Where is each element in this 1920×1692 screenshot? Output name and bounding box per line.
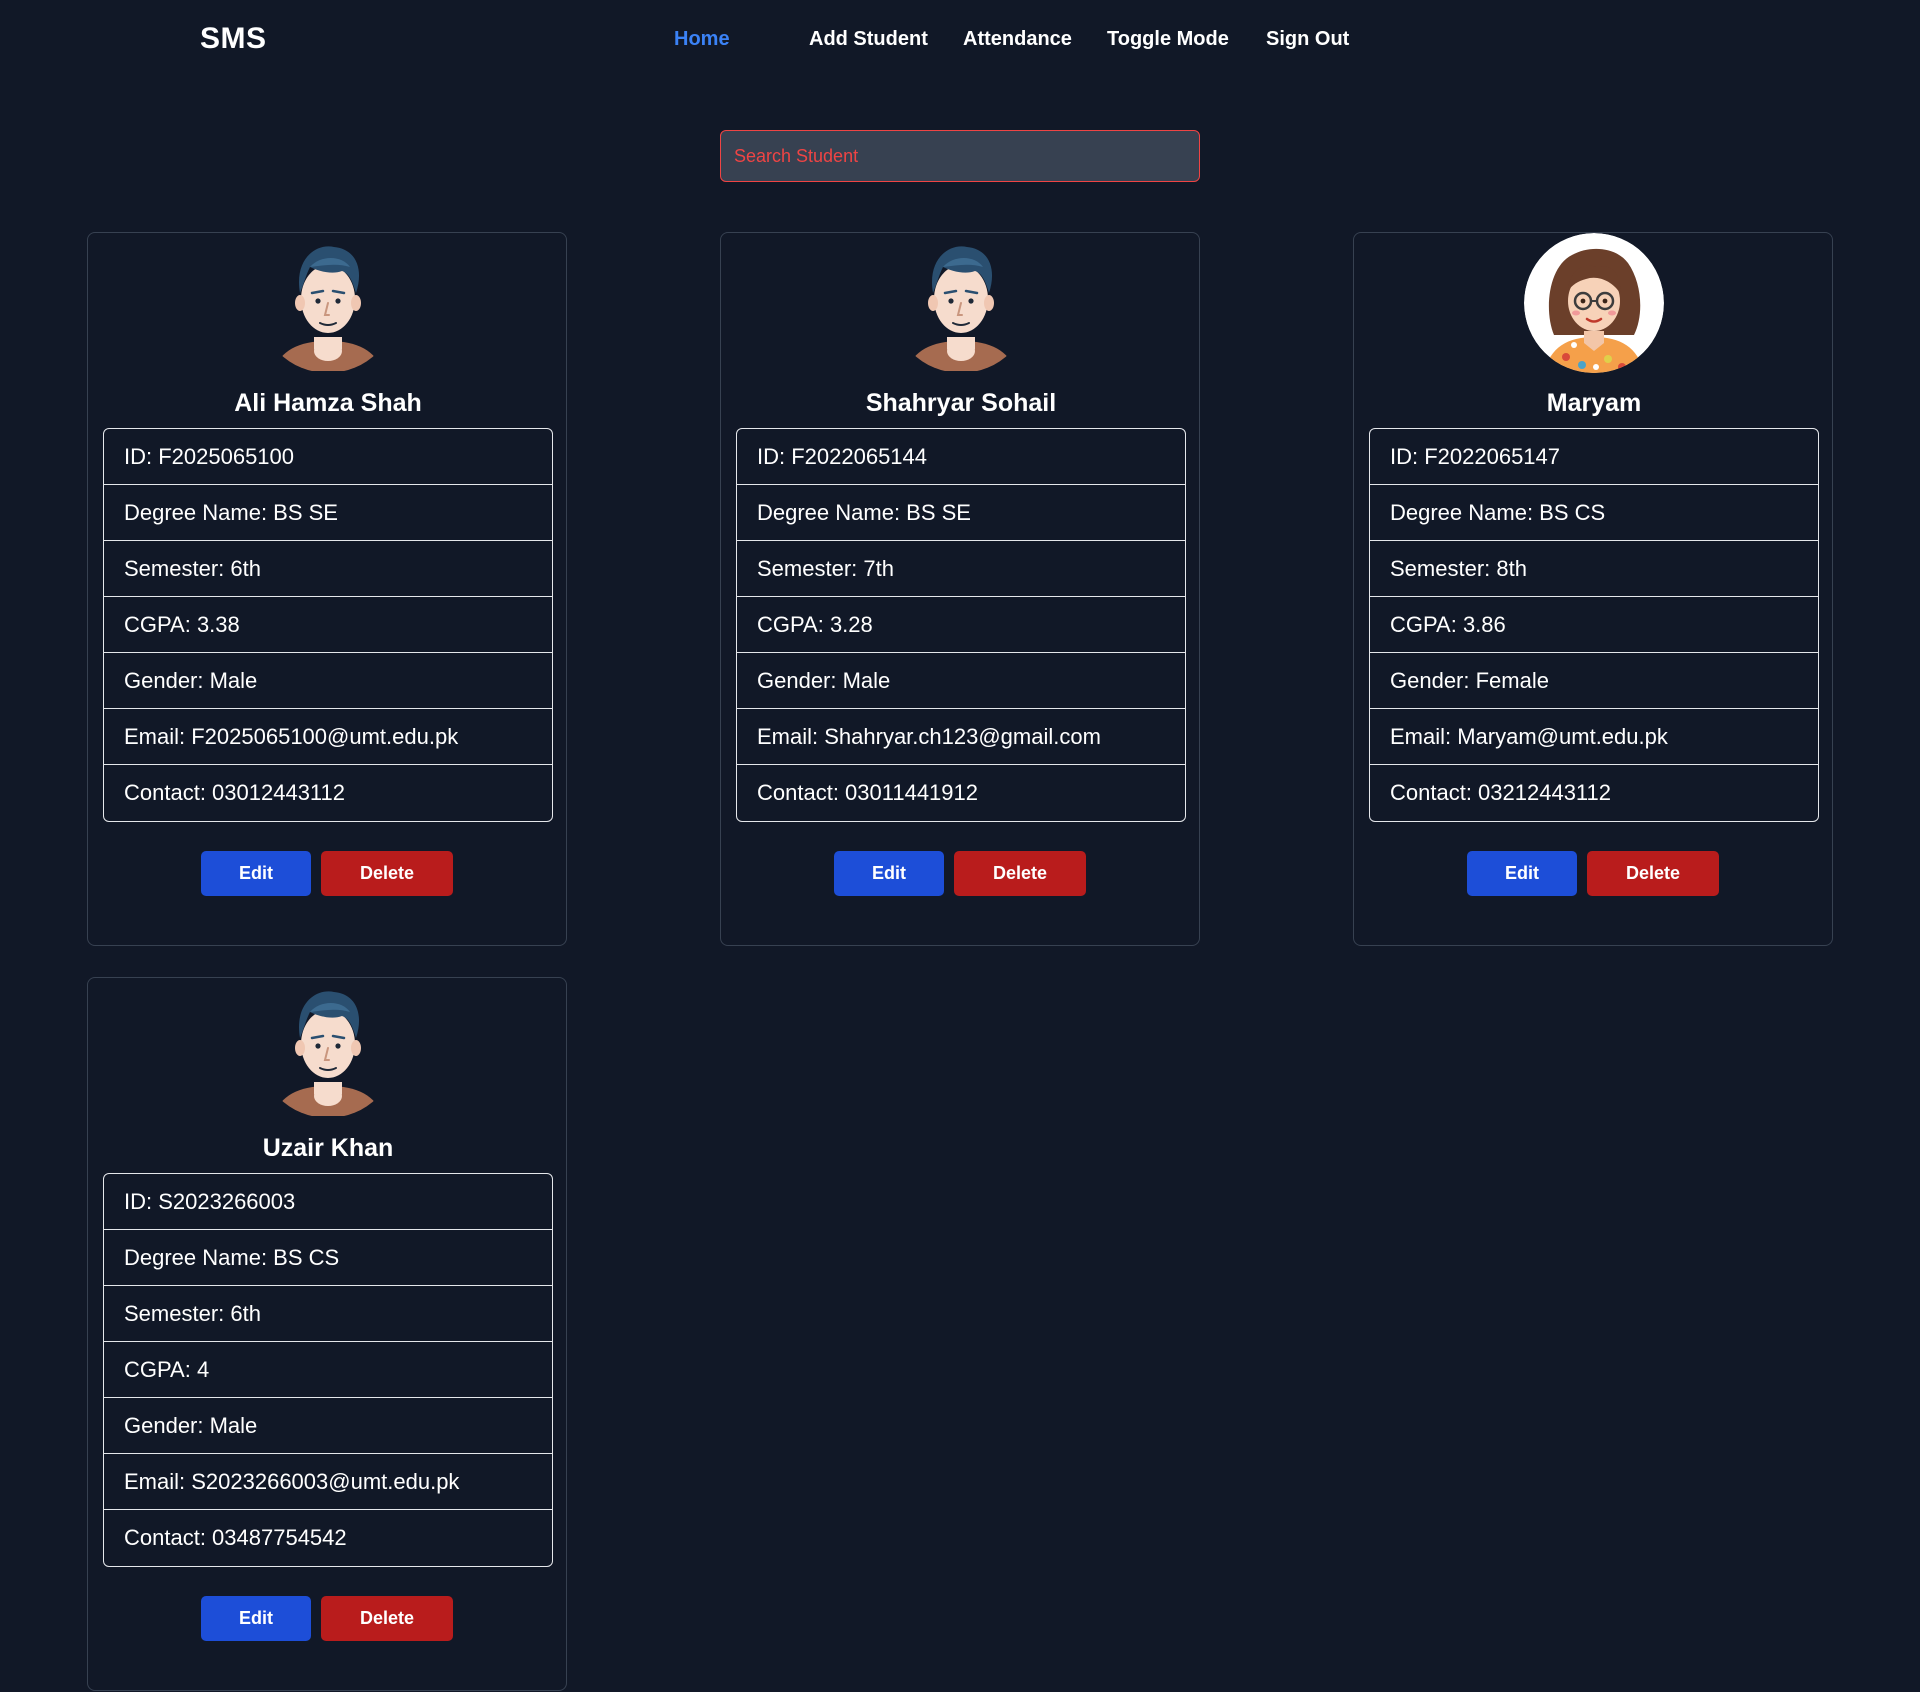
- email-item: Email: Shahryar.ch123@gmail.com: [737, 709, 1185, 765]
- student-info-list: ID: F2022065147 Degree Name: BS CS Semeste…: [1369, 428, 1819, 822]
- edit-button[interactable]: Edit: [834, 851, 944, 896]
- app-logo[interactable]: SMS: [200, 22, 267, 56]
- student-card: Maryam ID: F2022065147 Degree Name: BS CS S…: [1353, 232, 1833, 946]
- nav-link-toggle-mode[interactable]: Toggle Mode: [1107, 28, 1229, 51]
- student-id-item: ID: F2022065144: [737, 429, 1185, 485]
- contact-item: Contact: 03012443112: [124, 780, 345, 805]
- male-avatar-icon: [891, 233, 1031, 373]
- delete-button[interactable]: Delete: [321, 1596, 453, 1641]
- degree-name-item: Degree Name: BS SE: [737, 485, 1185, 541]
- female-avatar-icon: [1524, 233, 1664, 373]
- delete-button[interactable]: Delete: [1587, 851, 1719, 896]
- student-name: Uzair Khan: [262, 1134, 394, 1162]
- cgpa-item: CGPA: 3.38: [104, 597, 552, 653]
- male-avatar-icon: [258, 978, 398, 1118]
- student-id-item: ID: S2023266003: [104, 1174, 552, 1230]
- nav-link-add-student[interactable]: Add Student: [809, 28, 928, 51]
- edit-button[interactable]: Edit: [1467, 851, 1577, 896]
- email-item: Email: Maryam@umt.edu.pk: [1370, 709, 1818, 765]
- student-card: Shahryar Sohail ID: F2022065144 Degree Nam…: [720, 232, 1200, 946]
- email-item: Email: S2023266003@umt.edu.pk: [104, 1454, 552, 1510]
- degree-name-item: Degree Name: BS SE: [104, 485, 552, 541]
- student-card: Ali Hamza Shah ID: F2025065100 Degree Name…: [87, 232, 567, 946]
- male-avatar-icon: [258, 233, 398, 373]
- nav-link-sign-out[interactable]: Sign Out: [1266, 28, 1349, 51]
- nav-link-home[interactable]: Home: [674, 28, 730, 51]
- contact-item: Contact: 03011441912: [757, 780, 978, 805]
- gender-item: Gender: Male: [104, 653, 552, 709]
- degree-name-item: Degree Name: BS CS: [1370, 485, 1818, 541]
- email-item: Email: F2025065100@umt.edu.pk: [104, 709, 552, 765]
- gender-item: Gender: Female: [1370, 653, 1818, 709]
- search-input[interactable]: [720, 130, 1200, 182]
- student-info-list: ID: F2022065144 Degree Name: BS SE Semeste…: [736, 428, 1186, 822]
- student-id-item: ID: F2022065147: [1370, 429, 1818, 485]
- gender-item: Gender: Male: [104, 1398, 552, 1454]
- semester-item: Semester: 7th: [737, 541, 1185, 597]
- delete-button[interactable]: Delete: [954, 851, 1086, 896]
- edit-button[interactable]: Edit: [201, 851, 311, 896]
- nav-link-attendance[interactable]: Attendance: [963, 28, 1072, 51]
- edit-button[interactable]: Edit: [201, 1596, 311, 1641]
- semester-item: Semester: 6th: [104, 1286, 552, 1342]
- contact-item: Contact: 03212443112: [1390, 780, 1611, 805]
- student-name: Shahryar Sohail: [865, 389, 1057, 417]
- student-name: Maryam: [1546, 389, 1642, 417]
- student-info-list: ID: S2023266003 Degree Name: BS CS Semeste…: [103, 1173, 553, 1567]
- semester-item: Semester: 6th: [104, 541, 552, 597]
- cgpa-item: CGPA: 3.28: [737, 597, 1185, 653]
- student-id-item: ID: F2025065100: [104, 429, 552, 485]
- student-info-list: ID: F2025065100 Degree Name: BS SE Semeste…: [103, 428, 553, 822]
- degree-name-item: Degree Name: BS CS: [104, 1230, 552, 1286]
- student-card: Uzair Khan ID: S2023266003 Degree Name: BS…: [87, 977, 567, 1691]
- delete-button[interactable]: Delete: [321, 851, 453, 896]
- gender-item: Gender: Male: [737, 653, 1185, 709]
- semester-item: Semester: 8th: [1370, 541, 1818, 597]
- contact-item: Contact: 03487754542: [124, 1525, 347, 1550]
- cgpa-item: CGPA: 4: [104, 1342, 552, 1398]
- student-name: Ali Hamza Shah: [234, 389, 422, 417]
- navbar: SMS Home Add Student Attendance Toggle M…: [0, 0, 1920, 84]
- cgpa-item: CGPA: 3.86: [1370, 597, 1818, 653]
